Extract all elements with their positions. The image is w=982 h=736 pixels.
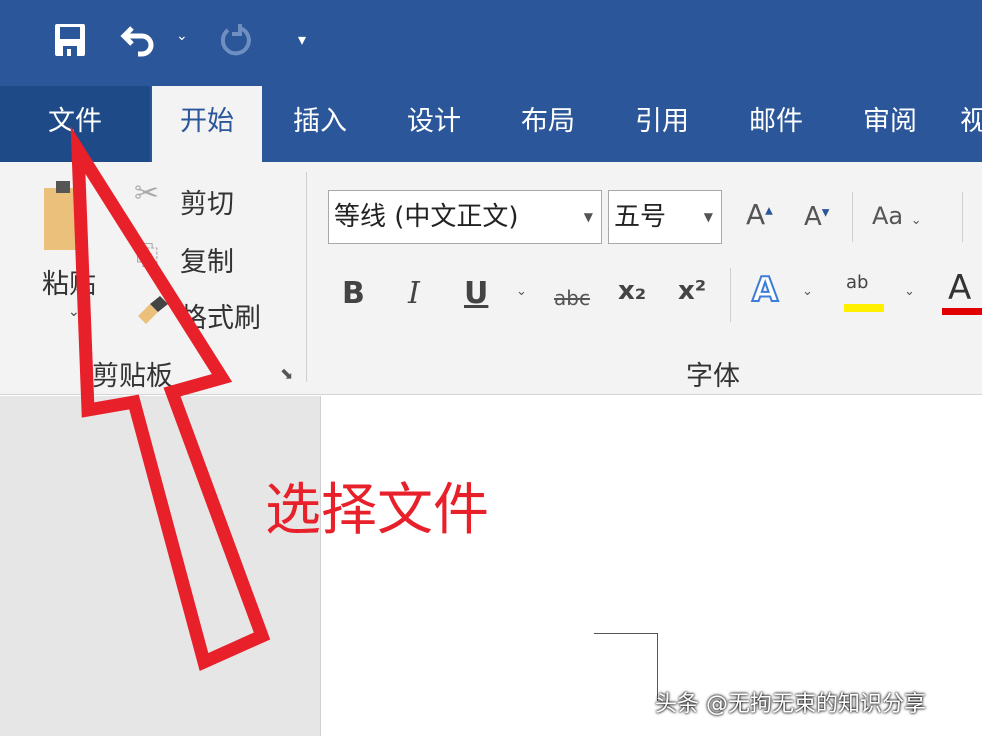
red-arrow-icon — [0, 0, 982, 736]
annotation-text: 选择文件 — [265, 465, 489, 546]
watermark: 头条 @无拘无束的知识分享 — [655, 686, 926, 718]
